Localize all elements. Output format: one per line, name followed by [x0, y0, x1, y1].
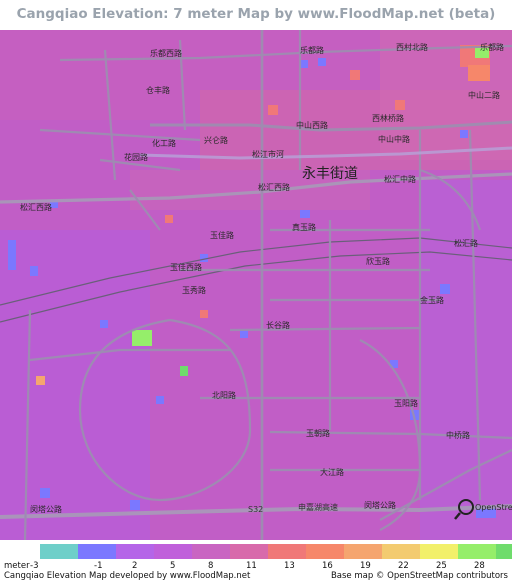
footer-credit-left: Cangqiao Elevation Map developed by www.…	[4, 571, 251, 581]
svg-text:S32: S32	[248, 505, 263, 514]
svg-text:松汇西路: 松汇西路	[20, 202, 52, 212]
svg-text:化工路: 化工路	[152, 138, 176, 148]
svg-text:玉阳路: 玉阳路	[394, 398, 418, 408]
footer-credit-right: Base map © OpenStreetMap contributors	[331, 571, 509, 581]
svg-text:玉秀路: 玉秀路	[182, 285, 206, 295]
svg-text:北阳路: 北阳路	[212, 390, 236, 400]
svg-text:松江市河: 松江市河	[252, 149, 284, 159]
legend-swatch	[496, 544, 512, 559]
page-title: Cangqiao Elevation: 7 meter Map by www.F…	[16, 6, 496, 22]
svg-text:中山西路: 中山西路	[296, 120, 328, 130]
legend-tick-label: 25	[436, 561, 447, 571]
legend-tick-label: 5	[170, 561, 175, 571]
svg-text:长谷路: 长谷路	[266, 320, 290, 330]
elevation-map[interactable]: 永丰街道 乐都西路 乐都路 仓丰路 中山二路 中山西路 中山中路 西林桥路 化工…	[0, 30, 512, 540]
svg-text:大江路: 大江路	[320, 467, 344, 477]
legend-tick-label: 28	[474, 561, 485, 571]
legend-swatch	[382, 544, 420, 559]
svg-text:玉朝路: 玉朝路	[306, 428, 330, 438]
svg-text:闵塔公路: 闵塔公路	[364, 500, 396, 510]
legend-swatch	[192, 544, 230, 559]
svg-text:闵塔公路: 闵塔公路	[30, 504, 62, 514]
legend-swatch	[40, 544, 78, 559]
svg-text:兴仑路: 兴仑路	[204, 135, 228, 145]
svg-text:乐都西路: 乐都西路	[150, 48, 182, 58]
legend-tick-label: -1	[94, 561, 102, 571]
svg-text:松汇中路: 松汇中路	[384, 174, 416, 184]
legend-swatch	[116, 544, 154, 559]
legend-swatch	[154, 544, 192, 559]
svg-text:玉佳西路: 玉佳西路	[170, 262, 202, 272]
legend-tick-label: 13	[284, 561, 295, 571]
legend-tick-label: 16	[322, 561, 333, 571]
svg-text:金玉路: 金玉路	[420, 295, 444, 305]
legend: meter -3-12581113161922252831 Cangqiao E…	[0, 540, 512, 582]
legend-unit-label: meter	[4, 561, 30, 571]
svg-text:乐都路: 乐都路	[300, 45, 324, 55]
svg-text:OpenStreetMap: OpenStreetMap	[475, 503, 512, 512]
svg-text:中桥路: 中桥路	[446, 430, 470, 440]
svg-text:松汇西路: 松汇西路	[258, 182, 290, 192]
district-label: 永丰街道	[302, 166, 358, 182]
legend-tick-label: 8	[208, 561, 213, 571]
svg-text:玉佳路: 玉佳路	[210, 230, 234, 240]
svg-text:西林桥路: 西林桥路	[372, 113, 404, 123]
legend-swatch	[344, 544, 382, 559]
svg-text:花园路: 花园路	[124, 152, 148, 162]
svg-text:申嘉湖高速: 申嘉湖高速	[298, 502, 338, 512]
svg-text:中山二路: 中山二路	[468, 90, 500, 100]
legend-tick-label: 22	[398, 561, 409, 571]
legend-swatch	[78, 544, 116, 559]
legend-swatch	[420, 544, 458, 559]
svg-text:西村北路: 西村北路	[396, 42, 428, 52]
legend-tick-label: 11	[246, 561, 257, 571]
legend-swatch	[268, 544, 306, 559]
svg-text:仓丰路: 仓丰路	[146, 85, 170, 95]
svg-text:欣玉路: 欣玉路	[366, 256, 390, 266]
svg-text:中山中路: 中山中路	[378, 134, 410, 144]
legend-swatch	[306, 544, 344, 559]
legend-tick-label: 19	[360, 561, 371, 571]
legend-tick-label: 2	[132, 561, 137, 571]
legend-swatch	[230, 544, 268, 559]
svg-text:乐都路: 乐都路	[480, 42, 504, 52]
legend-tick-label: -3	[30, 561, 38, 571]
legend-swatch	[458, 544, 496, 559]
svg-text:松汇路: 松汇路	[454, 238, 478, 248]
svg-text:真玉路: 真玉路	[292, 222, 316, 232]
legend-ticks: -3-12581113161922252831	[30, 561, 485, 571]
